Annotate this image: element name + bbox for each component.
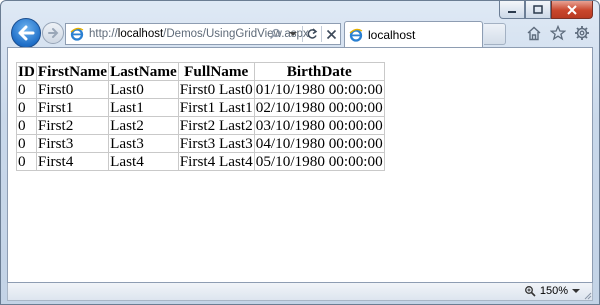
close-window-button[interactable] [551,1,593,19]
stop-icon [326,29,336,39]
cell-lastname: Last0 [108,80,179,99]
resize-grip-icon[interactable] [582,290,592,300]
cell-firstname: First0 [35,80,110,99]
home-button[interactable] [525,24,543,42]
column-header-id: ID [16,62,37,81]
address-bar[interactable]: http://localhost/Demos/UsingGridView.asp… [65,23,341,45]
chevron-down-icon [289,32,297,36]
column-header-birthdate: BirthDate [253,62,385,81]
zoom-icon [524,286,536,297]
cell-id: 0 [16,134,37,153]
star-icon [550,25,566,41]
address-dropdown-button[interactable] [284,24,302,44]
caption-buttons [499,1,593,19]
cell-fullname: First1 Last1 [177,98,255,117]
status-bar: 150% [7,283,593,301]
cell-fullname: First2 Last2 [177,116,255,135]
table-row: 0 First2 Last2 First2 Last2 03/10/1980 0… [16,116,385,135]
table-row: 0 First3 Last3 First3 Last3 04/10/1980 0… [16,134,385,153]
browser-window: http://localhost/Demos/UsingGridView.asp… [0,0,600,305]
stop-button[interactable] [322,24,340,44]
maximize-button[interactable] [525,1,551,19]
page-content: ID FirstName LastName FullName BirthDate… [7,47,593,283]
cell-birthdate: 04/10/1980 00:00:00 [253,134,385,153]
tab-localhost[interactable]: localhost [344,21,483,47]
refresh-button[interactable] [303,24,321,44]
tools-button[interactable] [573,24,591,42]
table-header-row: ID FirstName LastName FullName BirthDate [16,62,385,81]
minimize-button[interactable] [499,1,525,19]
address-actions [266,24,340,44]
column-header-lastname: LastName [108,62,179,81]
cell-birthdate: 05/10/1980 00:00:00 [253,152,385,171]
cell-id: 0 [16,152,37,171]
favorites-button[interactable] [549,24,567,42]
cell-lastname: Last1 [108,98,179,117]
refresh-icon [307,28,318,39]
cell-firstname: First1 [35,98,110,117]
cell-fullname: First3 Last3 [177,134,255,153]
cell-lastname: Last2 [108,116,179,135]
cell-firstname: First3 [35,134,110,153]
zoom-level: 150% [539,285,568,297]
gear-icon [575,26,589,40]
cell-fullname: First4 Last4 [177,152,255,171]
search-button[interactable] [266,24,284,44]
cell-fullname: First0 Last0 [177,80,255,99]
forward-button[interactable] [42,22,64,44]
forward-arrow-icon [48,28,59,38]
toolbar-right [525,24,591,42]
cell-id: 0 [16,80,37,99]
maximize-icon [533,5,543,14]
close-icon [567,4,577,15]
back-button[interactable] [11,18,41,48]
home-icon [527,26,541,40]
column-header-fullname: FullName [177,62,255,81]
cell-firstname: First4 [35,152,110,171]
search-icon [269,28,281,40]
minimize-icon [508,10,516,13]
cell-id: 0 [16,98,37,117]
cell-id: 0 [16,116,37,135]
cell-lastname: Last4 [108,152,179,171]
table-row: 0 First1 Last1 First1 Last1 02/10/1980 0… [16,98,385,117]
ie-icon [348,27,364,43]
cell-firstname: First2 [35,116,110,135]
new-tab-button[interactable] [484,23,506,45]
cell-lastname: Last3 [108,134,179,153]
cell-birthdate: 02/10/1980 00:00:00 [253,98,385,117]
column-header-firstname: FirstName [35,62,110,81]
grid-view-table: ID FirstName LastName FullName BirthDate… [16,62,385,171]
ie-icon [69,26,85,42]
table-row: 0 First4 Last4 First4 Last4 05/10/1980 0… [16,152,385,171]
cell-birthdate: 03/10/1980 00:00:00 [253,116,385,135]
zoom-control[interactable]: 150% [524,285,580,297]
tab-title: localhost [368,27,416,42]
chevron-down-icon [572,289,580,293]
back-arrow-icon [18,25,35,41]
table-row: 0 First0 Last0 First0 Last0 01/10/1980 0… [16,80,385,99]
cell-birthdate: 01/10/1980 00:00:00 [253,80,385,99]
